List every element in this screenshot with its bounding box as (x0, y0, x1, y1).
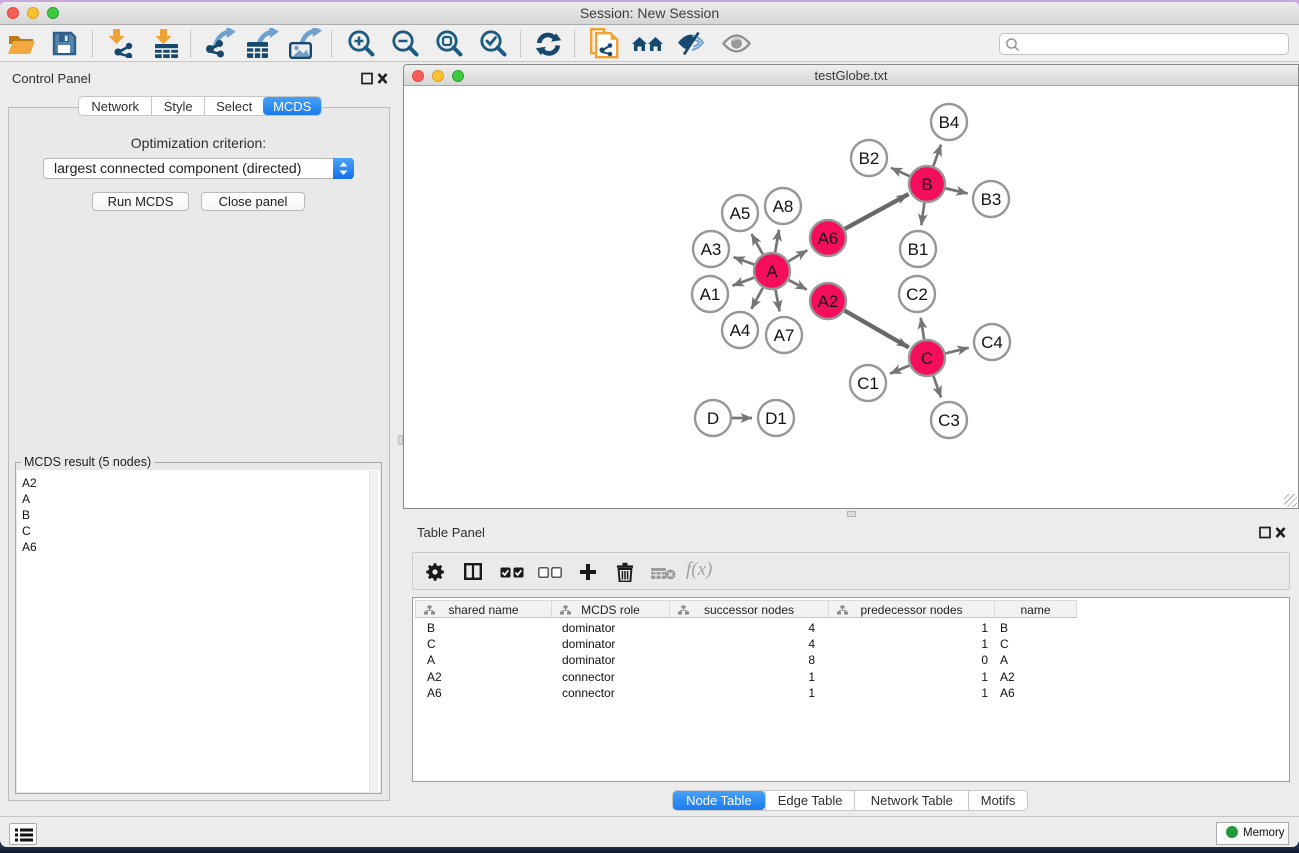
svg-text:A7: A7 (774, 326, 795, 345)
svg-text:B4: B4 (939, 113, 960, 132)
svg-text:C: C (921, 349, 933, 368)
svg-text:A3: A3 (701, 240, 722, 259)
svg-text:A: A (766, 262, 778, 281)
svg-text:C4: C4 (981, 333, 1003, 352)
svg-text:A5: A5 (730, 204, 751, 223)
svg-text:A1: A1 (700, 285, 721, 304)
svg-text:A8: A8 (773, 197, 794, 216)
svg-text:B2: B2 (859, 149, 880, 168)
svg-text:B3: B3 (981, 190, 1002, 209)
svg-text:B: B (921, 175, 932, 194)
svg-text:C2: C2 (906, 285, 928, 304)
svg-text:D1: D1 (765, 409, 787, 428)
svg-text:A6: A6 (818, 229, 839, 248)
svg-text:C3: C3 (938, 411, 960, 430)
svg-text:C1: C1 (857, 374, 879, 393)
svg-text:A4: A4 (730, 321, 751, 340)
svg-text:D: D (707, 409, 719, 428)
svg-text:B1: B1 (908, 240, 929, 259)
svg-text:A2: A2 (818, 292, 839, 311)
